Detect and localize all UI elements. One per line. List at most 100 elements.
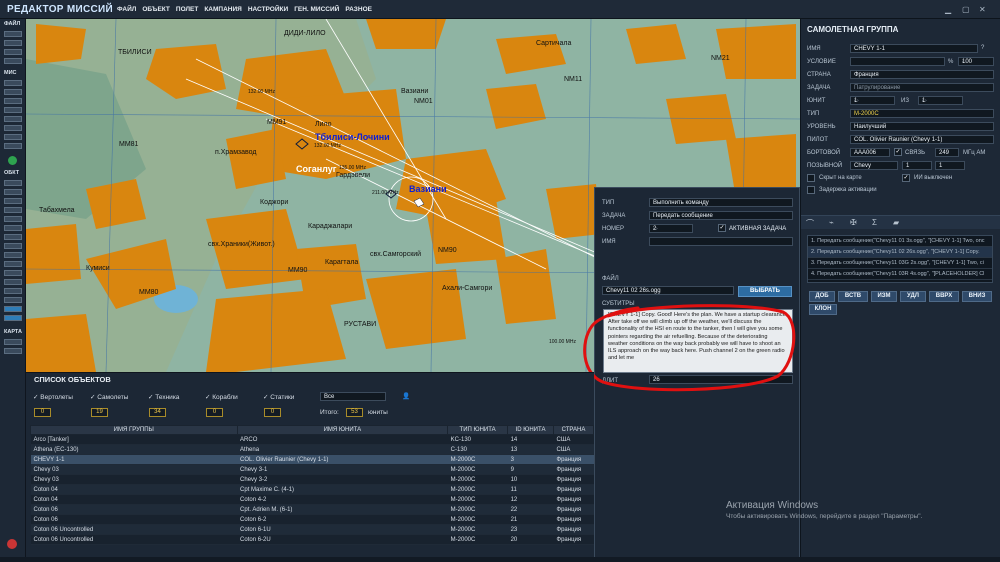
add-ship-button[interactable] (4, 207, 22, 213)
add-action-button[interactable]: ДОБ (809, 291, 835, 302)
list-item[interactable]: 2. Передать сообщение("Chevy11 02 26s.og… (808, 247, 992, 258)
object-list-button[interactable] (4, 315, 22, 321)
new-mission-button[interactable] (4, 31, 22, 37)
table-row[interactable]: Coton 04 Cpt Maxime C. (4-1) M-2000C 11 Фран… (30, 484, 594, 495)
unit-stepper[interactable]: ‹ › 1 (850, 96, 895, 105)
callsign-select[interactable]: Chevy (850, 161, 898, 170)
menu-flight[interactable]: ПОЛЕТ (176, 6, 198, 13)
add-template-button[interactable] (4, 225, 22, 231)
filter-statics-checkbox[interactable]: ✓ (263, 394, 268, 401)
country-select[interactable]: Франция (850, 70, 994, 79)
weather-button[interactable] (4, 89, 22, 95)
add-airplane-button[interactable] (4, 189, 22, 195)
filter-helicopters[interactable]: ✓ Вертолеты (33, 393, 73, 401)
options-button[interactable] (4, 125, 22, 131)
action-type-select[interactable]: Выполнить команду (649, 198, 793, 207)
duration-stepper[interactable]: ‹ › 26 (649, 375, 793, 384)
edit-action-button[interactable]: ИЗМ (871, 291, 897, 302)
stepper-arrows-icon[interactable]: ‹ › (922, 98, 927, 104)
comm-checkbox[interactable]: ✓ (894, 148, 902, 156)
col-country[interactable]: СТРАНА (553, 425, 594, 435)
summary-tab-icon[interactable]: Σ (872, 218, 877, 227)
table-row[interactable]: Coton 06 Cpt. Adrien M. (6-1) M-2000C 22 Фра… (30, 504, 594, 515)
list-item[interactable]: 3. Передать сообщение("Chevy11 03G 2s.og… (808, 258, 992, 269)
payload-tab-icon[interactable]: ✠ (850, 218, 857, 227)
col-unit-name[interactable]: ИМЯ ЮНИТА (236, 425, 449, 435)
ruler-button[interactable] (4, 288, 22, 294)
pilot-name-field[interactable]: COL. Olivier Raunier (Chevy 1-1) (850, 135, 994, 144)
callsign-number-2[interactable]: 1 (935, 161, 965, 170)
add-vehicle-button[interactable] (4, 198, 22, 204)
list-item[interactable]: 1. Передать сообщение("Chevy11 01 3s.ogg… (808, 236, 992, 247)
add-fire-button[interactable] (4, 270, 22, 276)
callsign-number-1[interactable]: 1 (902, 161, 932, 170)
filter-vehicles[interactable]: ✓ Техника (148, 393, 179, 401)
briefing-button[interactable] (4, 80, 22, 86)
filter-helicopters-checkbox[interactable]: ✓ (33, 394, 38, 401)
skill-select[interactable]: Наилучший (850, 122, 994, 131)
condition-field[interactable] (850, 57, 945, 66)
choose-file-button[interactable]: ВЫБРАТЬ (738, 286, 792, 297)
route-tab-icon[interactable]: ⌒ (806, 218, 814, 229)
awacs-button[interactable] (4, 306, 22, 312)
active-task-checkbox[interactable]: ✓ (718, 224, 726, 232)
filter-vehicles-checkbox[interactable]: ✓ (148, 394, 153, 401)
table-row[interactable]: Coton 06 Coton 6-2 M-2000C 21 Франция (30, 514, 594, 525)
hidden-on-map-checkbox[interactable] (807, 174, 815, 182)
col-unit-id[interactable]: ID ЮНИТА (507, 425, 555, 435)
aircraft-tab-icon[interactable]: ▰ (893, 218, 899, 227)
unit-count-stepper[interactable]: ‹ › 1 (918, 96, 963, 105)
menu-settings[interactable]: НАСТРОЙКИ (248, 6, 288, 13)
table-row[interactable]: Arco [Tanker] ARCO KC-130 14 США (30, 434, 594, 445)
comm-frequency-field[interactable]: 249 (935, 148, 959, 157)
insert-action-button[interactable]: ВСТВ (838, 291, 868, 302)
open-mission-button[interactable] (4, 40, 22, 46)
help-icon[interactable]: ? (981, 45, 984, 51)
table-row[interactable]: Coton 04 Coton 4-2 M-2000C 12 Франция (30, 494, 594, 505)
condition-percent-field[interactable]: ‹ › 100 (958, 57, 994, 66)
menu-campaign[interactable]: КАМПАНИЯ (204, 6, 241, 13)
menu-object[interactable]: ОБЪЕКТ (142, 6, 170, 13)
filter-ships[interactable]: ✓ Корабли (205, 393, 238, 401)
menu-file[interactable]: ФАЙЛ (117, 6, 136, 13)
board-number-field[interactable]: AAA006 (850, 148, 890, 157)
map-zoom-button[interactable] (4, 348, 22, 354)
table-row[interactable]: Chevy 03 Chevy 3-1 M-2000C 9 Франция (30, 464, 594, 475)
table-row[interactable]: Coton 06 Uncontrolled Coton 6-1U M-2000C 23… (30, 524, 594, 535)
time-button[interactable] (4, 134, 22, 140)
aircraft-type-select[interactable]: M-2000C (850, 109, 994, 118)
map-layers-button[interactable] (4, 339, 22, 345)
add-helicopter-button[interactable] (4, 180, 22, 186)
group-name-field[interactable]: CHEVY 1-1 (850, 44, 978, 53)
select-tool-button[interactable] (4, 297, 22, 303)
ai-off-checkbox[interactable]: ✓ (902, 174, 910, 182)
minimize-icon[interactable]: ▁ (945, 5, 951, 14)
trigger-button[interactable] (4, 98, 22, 104)
action-name-field[interactable] (649, 237, 793, 246)
add-static-button[interactable] (4, 216, 22, 222)
resources-button[interactable] (4, 107, 22, 113)
subtitles-textarea[interactable]: [CHEVY 1-1] Copy. Good! Here's the plan.… (603, 309, 793, 373)
filter-ships-checkbox[interactable]: ✓ (205, 394, 210, 401)
add-target-button[interactable] (4, 261, 22, 267)
table-row[interactable]: Athena (EC-130) Athena C-130 13 США (30, 444, 594, 455)
action-task-select[interactable]: Передать сообщение (649, 211, 793, 220)
table-row[interactable]: Coton 06 Uncontrolled Coton 6-2U M-2000C 20… (30, 534, 594, 545)
filter-statics[interactable]: ✓ Статики (263, 393, 294, 401)
save-mission-button[interactable] (4, 49, 22, 55)
action-number-stepper[interactable]: ‹ › 2 (649, 224, 693, 233)
col-unit-type[interactable]: ТИП ЮНИТА (447, 425, 509, 435)
stepper-arrows-icon[interactable]: ‹ › (854, 98, 859, 104)
maximize-icon[interactable]: ▢ (962, 5, 970, 14)
move-down-button[interactable]: ВНИЗ (962, 291, 992, 302)
delete-action-button[interactable]: УДЛ (900, 291, 926, 302)
menu-mission-gen[interactable]: ГЕН. МИССИЙ (294, 6, 339, 13)
col-group-name[interactable]: ИМЯ ГРУППЫ (30, 425, 238, 435)
triggered-actions-tab-icon[interactable]: ⌁ (829, 218, 834, 227)
zones-button[interactable] (4, 143, 22, 149)
add-waypoint-button[interactable] (4, 243, 22, 249)
coalition-select[interactable]: Все (320, 392, 386, 401)
fly-mission-button[interactable] (4, 58, 22, 64)
filter-airplanes-checkbox[interactable]: ✓ (90, 394, 95, 401)
goals-button[interactable] (4, 116, 22, 122)
